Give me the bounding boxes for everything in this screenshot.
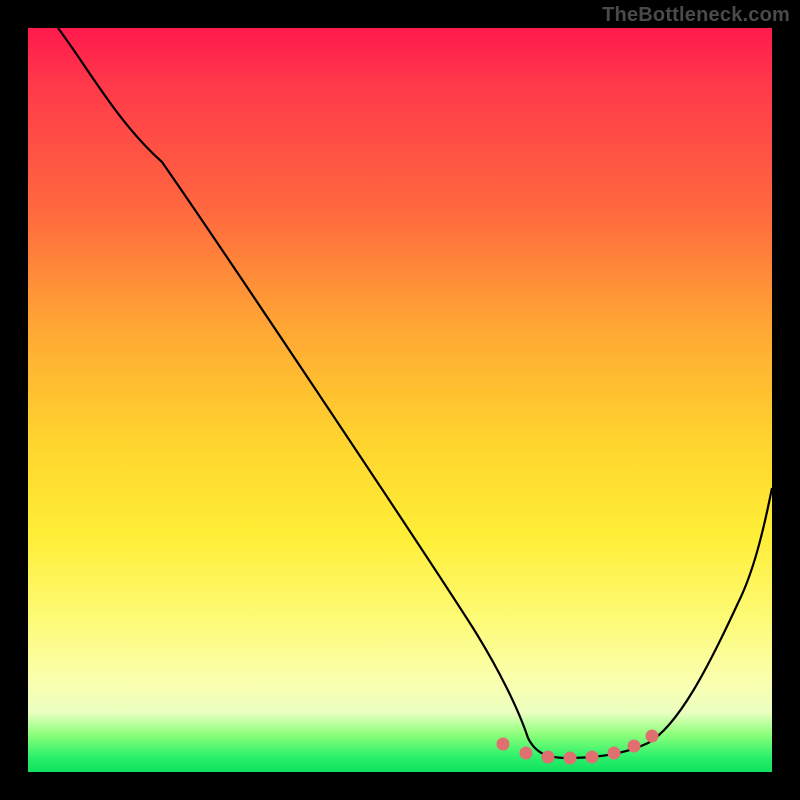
watermark-text: TheBottleneck.com xyxy=(602,4,790,27)
curve-layer xyxy=(28,28,772,772)
bottleneck-curve xyxy=(58,28,772,758)
plot-area xyxy=(28,28,772,772)
chart-frame: TheBottleneck.com xyxy=(0,0,800,800)
